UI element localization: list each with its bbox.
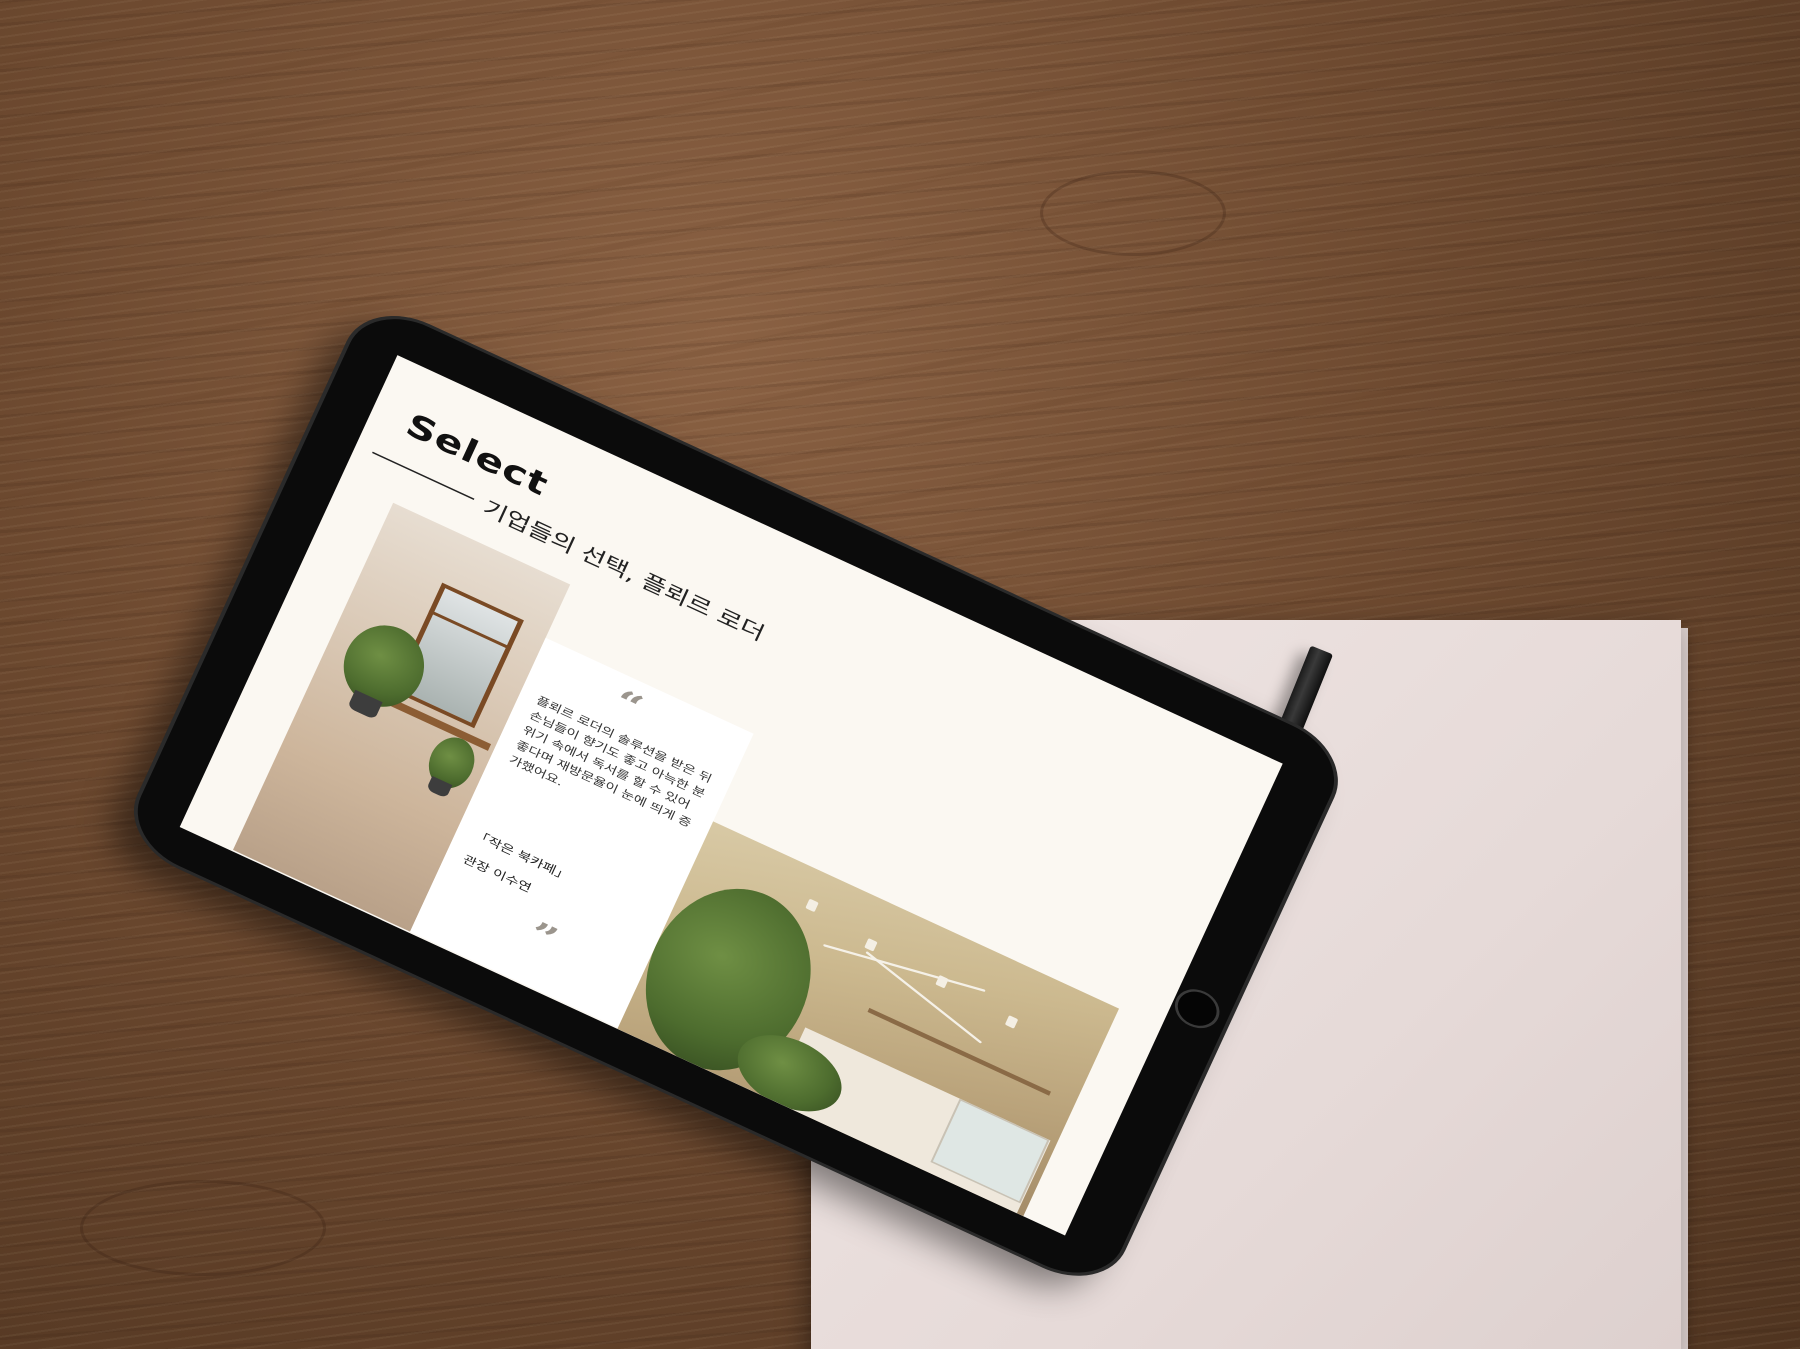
quote-open-icon: “ [608, 680, 649, 729]
spotlight-detail [1004, 1015, 1019, 1029]
wood-knot [80, 1180, 326, 1276]
quote-close-icon: ” [523, 913, 564, 961]
slide-title: Select [400, 406, 555, 504]
ceiling-light-rail [865, 951, 983, 1044]
spotlight-detail [864, 938, 878, 952]
spotlight-detail [805, 898, 819, 913]
wood-knot [1040, 170, 1226, 256]
spotlight-detail [935, 974, 949, 989]
ceiling-light-rail [823, 943, 986, 993]
